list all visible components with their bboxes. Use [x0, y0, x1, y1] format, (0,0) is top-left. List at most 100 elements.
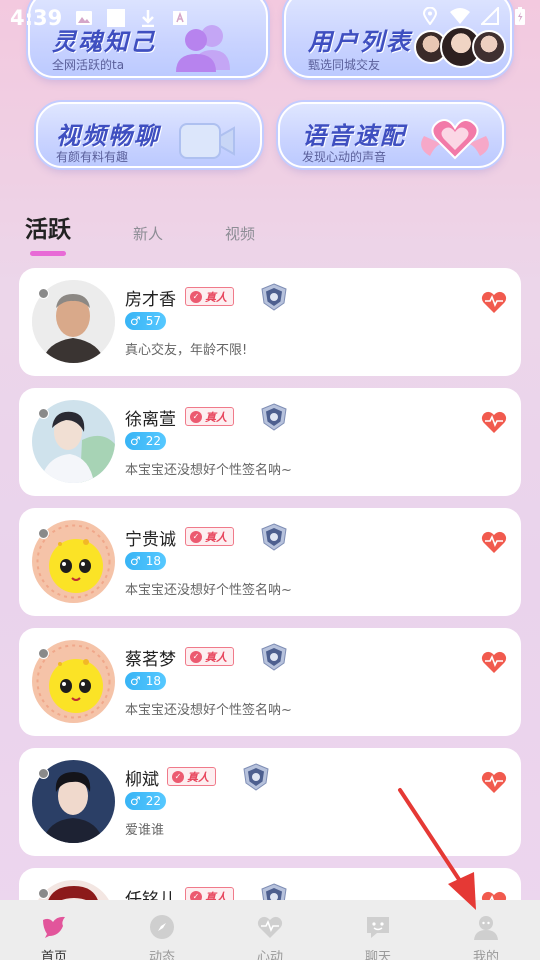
- user-card[interactable]: 宁贵诚 ✓ 真人 ♂ 18 本宝宝还没想好个性签名呐~: [19, 508, 521, 616]
- online-status-dot: [38, 648, 49, 659]
- online-status-dot: [38, 888, 49, 899]
- nav-chat[interactable]: 聊天: [324, 900, 432, 960]
- gender-age-badge: ♂ 18: [125, 672, 167, 690]
- chat-icon: [367, 917, 389, 938]
- level-shield-icon: [261, 283, 287, 311]
- bottom-nav: 首页 动态 心动 聊天 我的: [0, 900, 540, 960]
- profile-icon: [474, 916, 498, 940]
- user-name: 宁贵诚: [125, 530, 176, 550]
- online-status-dot: [38, 768, 49, 779]
- nav-label: 我的: [472, 950, 499, 960]
- image-notification-icon: [74, 8, 94, 28]
- level-shield-icon: [261, 643, 287, 671]
- online-status-dot: [38, 528, 49, 539]
- user-card[interactable]: 房才香 ✓ 真人 ♂ 57 真心交友，年龄不限!: [19, 268, 521, 376]
- wifi-icon: [450, 6, 470, 26]
- male-icon: ♂: [130, 674, 141, 688]
- online-status-dot: [38, 408, 49, 419]
- tab-label: 活跃: [25, 217, 71, 243]
- compass-icon: [150, 915, 174, 939]
- tab-video[interactable]: 视频: [225, 223, 255, 244]
- real-person-badge: ✓ 真人: [185, 287, 234, 306]
- download-icon: [138, 8, 158, 28]
- real-badge-label: 真人: [205, 530, 227, 544]
- check-icon: ✓: [190, 650, 202, 663]
- square-notification-icon: [106, 8, 126, 28]
- status-bar: 4:39: [0, 0, 540, 36]
- user-card[interactable]: 柳斌 ✓ 真人 ♂ 22 爱谁谁: [19, 748, 521, 856]
- nav-label: 首页: [40, 950, 67, 960]
- user-name: 蔡茗梦: [125, 650, 176, 670]
- age-value: 18: [145, 674, 162, 688]
- level-shield-icon: [243, 763, 269, 791]
- check-icon: ✓: [190, 290, 202, 303]
- gender-age-badge: ♂ 22: [125, 432, 167, 450]
- male-icon: ♂: [130, 794, 141, 808]
- heart-like-icon[interactable]: [481, 770, 507, 794]
- battery-charging-icon: [510, 6, 530, 26]
- age-value: 18: [145, 554, 162, 568]
- online-status-dot: [38, 288, 49, 299]
- user-card[interactable]: 徐离萱 ✓ 真人 ♂ 22 本宝宝还没想好个性签名呐~: [19, 388, 521, 496]
- tab-new[interactable]: 新人: [133, 223, 163, 244]
- feature-title: 语音速配: [302, 122, 406, 150]
- feature-subtitle: 全网活跃的ta: [52, 58, 125, 72]
- nav-moments[interactable]: 动态: [108, 900, 216, 960]
- real-badge-label: 真人: [205, 650, 227, 664]
- heart-like-icon[interactable]: [481, 530, 507, 554]
- check-icon: ✓: [172, 770, 184, 783]
- user-bio: 真心交友，年龄不限!: [125, 343, 248, 358]
- user-card[interactable]: 蔡茗梦 ✓ 真人 ♂ 18 本宝宝还没想好个性签名呐~: [19, 628, 521, 736]
- real-person-badge: ✓ 真人: [185, 527, 234, 546]
- tab-bar: 活跃 新人 视频: [25, 210, 317, 256]
- heart-like-icon[interactable]: [481, 650, 507, 674]
- user-bio: 爱谁谁: [125, 823, 165, 838]
- gender-age-badge: ♂ 57: [125, 312, 167, 330]
- feature-card-video-chat[interactable]: 视频畅聊 有颜有料有趣: [36, 102, 262, 168]
- age-value: 22: [145, 434, 162, 448]
- nav-profile[interactable]: 我的: [432, 900, 540, 960]
- male-icon: ♂: [130, 554, 141, 568]
- nav-label: 聊天: [364, 950, 391, 960]
- user-bio: 本宝宝还没想好个性签名呐~: [125, 463, 292, 478]
- check-icon: ✓: [190, 410, 202, 423]
- check-icon: ✓: [190, 530, 202, 543]
- real-person-badge: ✓ 真人: [185, 647, 234, 666]
- user-name: 徐离萱: [125, 410, 176, 430]
- heart-like-icon[interactable]: [481, 410, 507, 434]
- male-icon: ♂: [130, 434, 141, 448]
- feature-subtitle: 发现心动的声音: [302, 150, 387, 164]
- video-camera-icon: [179, 123, 235, 159]
- real-person-badge: ✓ 真人: [185, 407, 234, 426]
- level-shield-icon: [261, 523, 287, 551]
- level-shield-icon: [261, 403, 287, 431]
- nav-home[interactable]: 首页: [0, 900, 108, 960]
- age-value: 22: [145, 794, 162, 808]
- real-badge-label: 真人: [205, 410, 227, 424]
- gender-age-badge: ♂ 18: [125, 552, 167, 570]
- nav-label: 心动: [256, 950, 283, 960]
- feature-card-voice-match[interactable]: 语音速配 发现心动的声音: [278, 102, 504, 168]
- signal-icon: [480, 6, 500, 26]
- heart-wings-icon: [421, 119, 489, 160]
- real-badge-label: 真人: [187, 770, 209, 784]
- real-badge-label: 真人: [205, 290, 227, 304]
- user-name: 房才香: [125, 290, 176, 310]
- feature-title: 视频畅聊: [56, 122, 160, 150]
- tab-active[interactable]: 活跃: [25, 210, 71, 256]
- nav-heartbeat[interactable]: 心动: [216, 900, 324, 960]
- nav-label: 动态: [148, 950, 175, 960]
- feature-subtitle: 有颜有料有趣: [56, 150, 129, 164]
- location-icon: [420, 6, 440, 26]
- status-time: 4:39: [10, 6, 63, 30]
- user-bio: 本宝宝还没想好个性签名呐~: [125, 703, 292, 718]
- keyboard-a-icon: [170, 8, 190, 28]
- tab-indicator: [30, 251, 66, 256]
- heart-like-icon[interactable]: [481, 290, 507, 314]
- age-value: 57: [145, 314, 162, 328]
- heart-pulse-icon: [257, 916, 283, 938]
- user-bio: 本宝宝还没想好个性签名呐~: [125, 583, 292, 598]
- gender-age-badge: ♂ 22: [125, 792, 167, 810]
- user-name: 柳斌: [125, 770, 159, 790]
- home-bird-icon: [43, 916, 65, 938]
